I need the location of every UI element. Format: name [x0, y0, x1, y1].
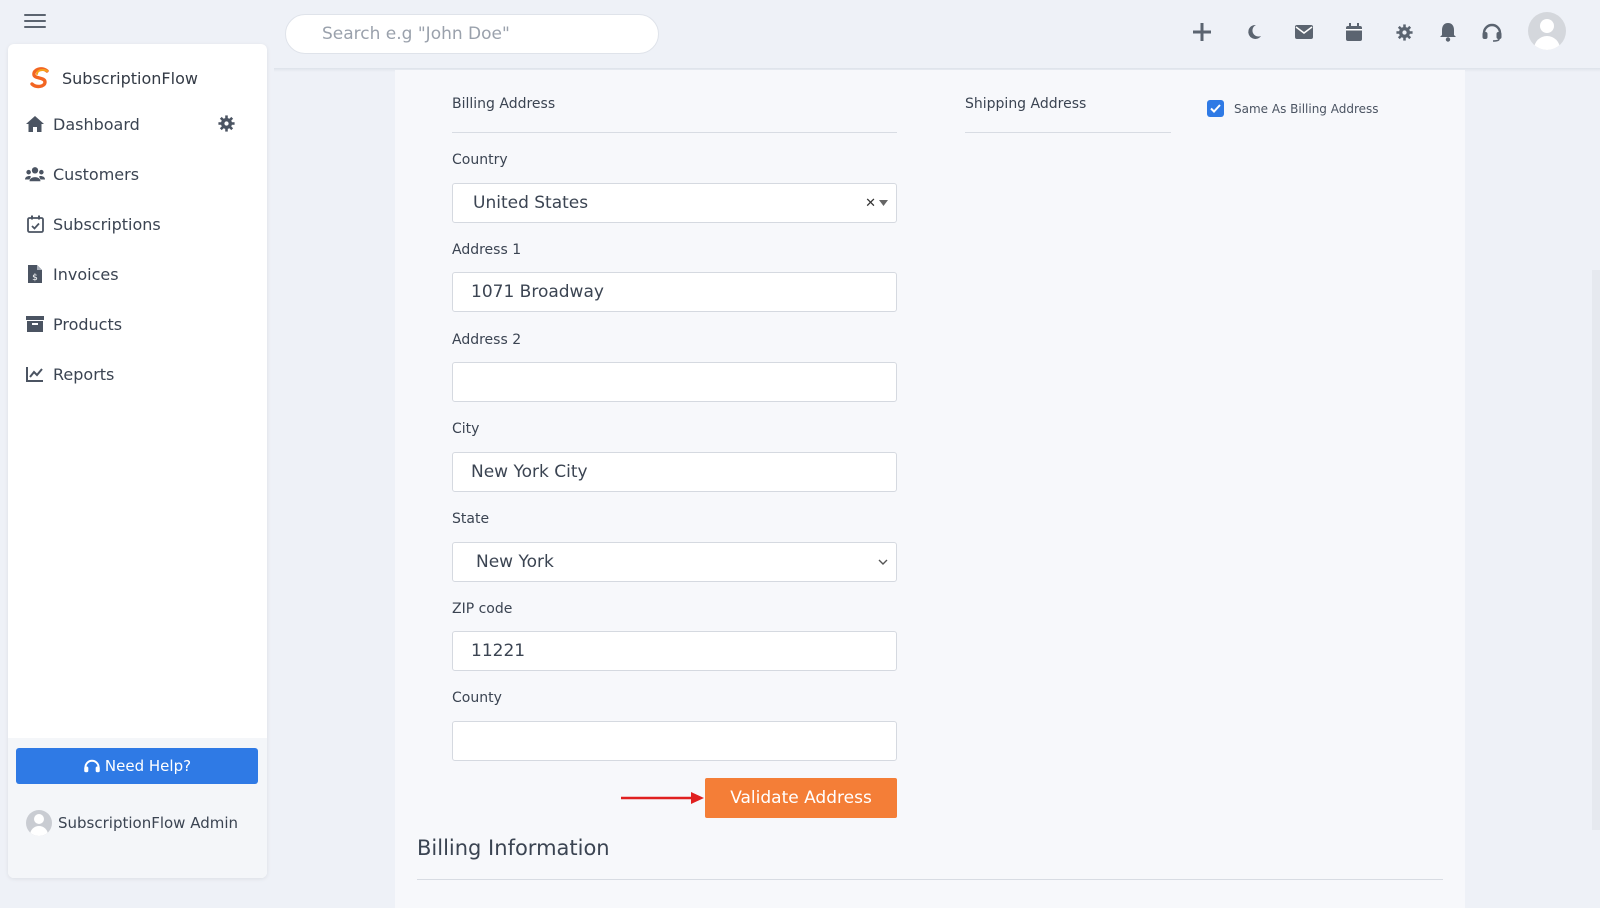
chevron-down-icon	[878, 559, 888, 565]
search-input[interactable]	[285, 14, 659, 54]
sidebar-item-subscriptions[interactable]: Subscriptions	[25, 210, 161, 238]
sidebar-item-customers[interactable]: Customers	[25, 160, 139, 188]
sidebar-item-label: Customers	[53, 164, 140, 184]
same-as-billing-label: Same As Billing Address	[1234, 101, 1379, 116]
city-field[interactable]	[452, 452, 897, 492]
brand-name: SubscriptionFlow	[62, 68, 198, 88]
avatar	[26, 810, 52, 836]
sidebar-item-label: Products	[53, 314, 123, 334]
address2-label: Address 2	[452, 332, 522, 348]
county-field[interactable]	[452, 721, 897, 761]
subscriptionflow-logo-icon	[30, 67, 49, 89]
billing-information-divider	[417, 879, 1443, 880]
state-value: New York	[476, 552, 554, 572]
red-arrow-annotation	[621, 792, 704, 804]
users-icon	[25, 164, 45, 184]
sidebar-item-label: Subscriptions	[53, 214, 161, 234]
shipping-divider	[965, 132, 1171, 133]
address1-field[interactable]	[452, 272, 897, 312]
svg-text:$: $	[32, 273, 38, 283]
country-value: United States	[473, 193, 589, 213]
gear-icon[interactable]	[1390, 18, 1418, 46]
calendar-check-icon	[25, 214, 45, 234]
dashboard-settings-gear-icon[interactable]	[218, 115, 236, 133]
headset-icon[interactable]	[1478, 18, 1506, 46]
sidebar-item-label: Reports	[53, 364, 115, 384]
sidebar: SubscriptionFlow Dashboard Customers Sub…	[8, 44, 267, 878]
country-label: Country	[452, 152, 508, 168]
sidebar-item-dashboard[interactable]: Dashboard	[25, 110, 140, 138]
address2-field[interactable]	[452, 362, 897, 402]
caret-down-icon[interactable]	[879, 200, 888, 206]
validate-address-button[interactable]: Validate Address	[705, 778, 897, 818]
billing-information-heading: Billing Information	[417, 836, 610, 860]
sidebar-item-label: Invoices	[53, 264, 119, 284]
archive-icon	[25, 314, 45, 334]
state-select[interactable]: New York	[452, 542, 897, 582]
same-as-billing-checkbox[interactable]: Same As Billing Address	[1207, 100, 1379, 117]
chart-line-icon	[25, 364, 45, 384]
city-label: City	[452, 421, 480, 437]
user-avatar[interactable]	[1528, 12, 1566, 50]
sidebar-item-invoices[interactable]: $ Invoices	[25, 260, 119, 288]
headset-icon	[83, 758, 101, 775]
sidebar-item-label: Dashboard	[53, 114, 140, 134]
invoice-icon: $	[25, 264, 45, 284]
home-icon	[25, 114, 45, 134]
billing-address-heading: Billing Address	[452, 96, 556, 112]
need-help-label: Need Help?	[104, 757, 192, 775]
billing-divider	[452, 132, 897, 133]
main-content: Billing Address Shipping Address Same As…	[395, 70, 1465, 908]
admin-profile[interactable]: SubscriptionFlow Admin	[26, 810, 238, 836]
sidebar-item-products[interactable]: Products	[25, 310, 122, 338]
plus-icon[interactable]	[1188, 18, 1216, 46]
zip-label: ZIP code	[452, 601, 513, 617]
envelope-icon[interactable]	[1290, 18, 1318, 46]
brand[interactable]: SubscriptionFlow	[28, 66, 198, 90]
county-label: County	[452, 690, 502, 706]
scrollbar[interactable]	[1592, 270, 1600, 830]
sidebar-footer: Need Help? SubscriptionFlow Admin	[8, 738, 267, 878]
zip-field[interactable]	[452, 631, 897, 671]
admin-name: SubscriptionFlow Admin	[58, 814, 239, 832]
bell-icon[interactable]	[1434, 18, 1462, 46]
country-select[interactable]: United States ✕	[452, 183, 897, 223]
address1-label: Address 1	[452, 242, 522, 258]
checkbox-checked[interactable]	[1207, 100, 1224, 117]
sidebar-item-reports[interactable]: Reports	[25, 360, 114, 388]
clear-icon[interactable]: ✕	[865, 196, 876, 211]
hamburger-menu-icon[interactable]	[24, 14, 46, 28]
shipping-address-heading: Shipping Address	[965, 96, 1087, 112]
calendar-icon[interactable]	[1340, 18, 1368, 46]
need-help-button[interactable]: Need Help?	[16, 748, 258, 784]
moon-icon[interactable]	[1240, 18, 1268, 46]
state-label: State	[452, 511, 490, 527]
